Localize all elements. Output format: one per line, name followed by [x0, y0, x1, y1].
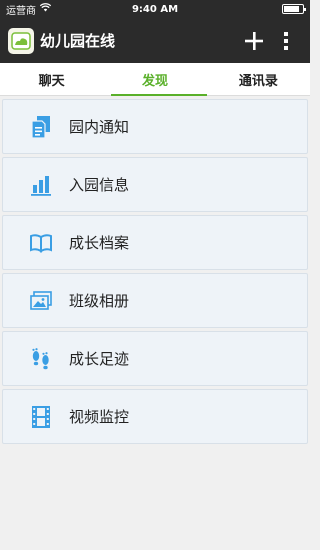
- list-item-class-album[interactable]: 班级相册: [2, 273, 308, 328]
- plus-icon[interactable]: [238, 25, 270, 57]
- list-item-label: 成长足迹: [69, 350, 130, 368]
- carrier-label: 运营商: [6, 5, 36, 17]
- list-item-video-monitor[interactable]: 视频监控: [2, 389, 308, 444]
- list-item-label: 入园信息: [69, 176, 130, 194]
- list-item-enrollment[interactable]: 入园信息: [2, 157, 308, 212]
- list-item-label: 视频监控: [69, 408, 130, 426]
- list-item-label: 班级相册: [69, 292, 130, 310]
- list-item-label: 园内通知: [69, 118, 130, 136]
- feature-list: 园内通知 入园信息 成长档案 班级相册 成长足迹 视频监控: [0, 96, 310, 444]
- status-left: 运营商: [6, 2, 52, 17]
- footprint-icon: [29, 347, 53, 371]
- app-bar: 幼儿园在线: [0, 18, 310, 63]
- list-item-notice[interactable]: 园内通知: [2, 99, 308, 154]
- list-item-label: 成长档案: [69, 234, 130, 252]
- film-icon: [29, 405, 53, 429]
- app-title: 幼儿园在线: [40, 32, 116, 50]
- list-item-growth-record[interactable]: 成长档案: [2, 215, 308, 270]
- list-item-growth-footprint[interactable]: 成长足迹: [2, 331, 308, 386]
- bar-chart-icon: [29, 173, 53, 197]
- battery-level: [284, 6, 300, 12]
- tab-discover[interactable]: 发现: [103, 63, 207, 96]
- app-logo-icon: [8, 27, 34, 54]
- more-vertical-icon[interactable]: [270, 25, 302, 57]
- tab-contacts[interactable]: 通讯录: [207, 63, 310, 95]
- book-icon: [29, 231, 53, 255]
- document-icon: [29, 115, 53, 139]
- tab-bar: 聊天 发现 通讯录: [0, 63, 310, 96]
- photo-album-icon: [29, 289, 53, 313]
- wifi-icon: [39, 3, 52, 15]
- battery-icon: [282, 4, 306, 14]
- status-bar: 运营商 9:40 AM: [0, 0, 310, 18]
- tab-chat[interactable]: 聊天: [0, 63, 103, 95]
